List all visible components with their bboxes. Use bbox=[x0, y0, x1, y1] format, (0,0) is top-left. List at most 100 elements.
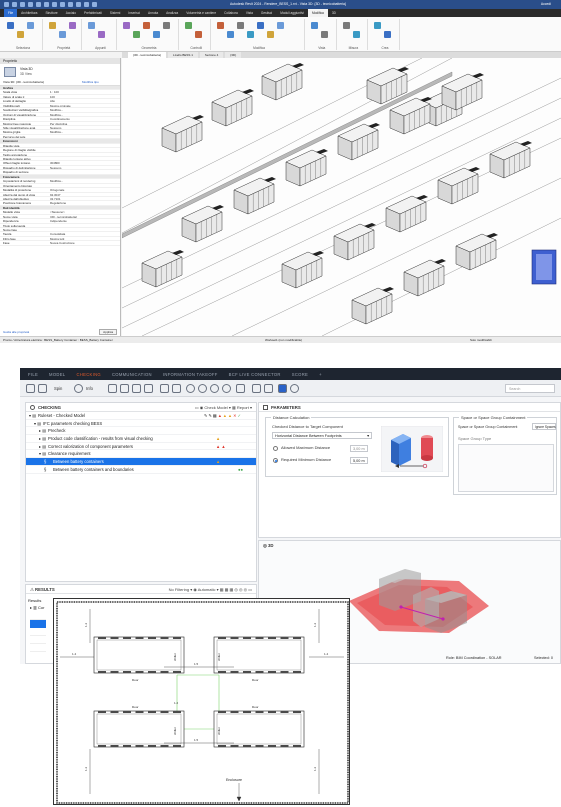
visibility-icon[interactable] bbox=[120, 384, 129, 393]
property-value[interactable]: Indipendente bbox=[48, 219, 120, 222]
property-row[interactable]: Fase Nuova Costruzione bbox=[0, 241, 120, 246]
property-value[interactable] bbox=[48, 228, 120, 231]
battery-container-3d[interactable] bbox=[403, 259, 446, 297]
ribbon-tab[interactable]: File bbox=[4, 9, 18, 17]
property-value[interactable]: Modifica... bbox=[48, 130, 120, 133]
ribbon-tool-icon[interactable] bbox=[185, 22, 193, 29]
quick-access-toolbar[interactable] bbox=[4, 1, 124, 8]
battery-container-3d[interactable] bbox=[385, 195, 428, 233]
revit-user[interactable]: Accedi bbox=[541, 2, 551, 6]
type-selector[interactable]: Vista 3D 3D View Vista 3D: {3D - tecnico… bbox=[0, 64, 120, 86]
tree-expander-icon[interactable]: ▸ ▤ bbox=[39, 427, 46, 435]
property-value[interactable]: 100 bbox=[48, 95, 120, 98]
ruleset-tree-item[interactable]: ▸ ▤ Precheck bbox=[26, 427, 256, 436]
info-button[interactable]: Info bbox=[86, 384, 93, 393]
property-value[interactable]: Nuova Costruzione bbox=[48, 241, 120, 244]
ribbon-tab[interactable]: Moduli aggiuntivi bbox=[276, 9, 308, 17]
property-value[interactable]: 32.7101 bbox=[48, 197, 120, 200]
hide-icon[interactable] bbox=[132, 384, 141, 393]
results-tree-root[interactable]: Results bbox=[28, 598, 41, 603]
ribbon-tool-icon[interactable] bbox=[195, 31, 203, 38]
property-value[interactable] bbox=[48, 135, 120, 138]
ruleset-tree-item[interactable]: § Between battery containers and boundari… bbox=[26, 466, 256, 474]
ribbon-tool-icon[interactable] bbox=[267, 31, 274, 38]
ribbon-tool-icon[interactable] bbox=[17, 31, 24, 38]
ribbon-tab[interactable]: Volumetria e cantiere bbox=[182, 9, 220, 17]
ribbon-tool-icon[interactable] bbox=[321, 31, 328, 38]
battery-container-3d[interactable] bbox=[437, 167, 480, 205]
distance-mode-select[interactable]: Horizontal Distance Between Footprints ▾ bbox=[272, 432, 372, 439]
redo-icon[interactable] bbox=[38, 384, 47, 393]
battery-container-3d[interactable] bbox=[211, 89, 254, 127]
tree-expander-icon[interactable]: ▾ ▤ bbox=[34, 420, 41, 428]
battery-container-3d[interactable] bbox=[181, 205, 224, 243]
ribbon-tool-icon[interactable] bbox=[59, 31, 66, 38]
battery-container-3d[interactable] bbox=[333, 223, 376, 261]
ribbon-tool-icon[interactable] bbox=[7, 22, 14, 29]
ribbon-tab[interactable]: Annota bbox=[144, 9, 162, 17]
battery-container-3d[interactable] bbox=[261, 63, 304, 101]
ruleset-tree-item[interactable]: ▾ ▤ IFC parameters checking BESS bbox=[26, 420, 256, 428]
tree-expander-icon[interactable]: ▸ ▤ bbox=[39, 435, 46, 443]
ribbon-tool-icon[interactable] bbox=[27, 22, 34, 29]
properties-help-link[interactable]: Guida alle proprietà bbox=[3, 330, 29, 334]
property-value[interactable]: Mostra originale bbox=[48, 104, 120, 107]
property-value[interactable]: {3D - tecnicobatteria} bbox=[48, 215, 120, 218]
undo-icon[interactable] bbox=[26, 384, 35, 393]
filter-icon[interactable] bbox=[144, 384, 153, 393]
property-value[interactable]: Coordinamento bbox=[48, 117, 120, 120]
ribbon-tab[interactable]: Architettura bbox=[17, 9, 41, 17]
property-value[interactable]: Alto bbox=[48, 99, 120, 102]
tree-expander-icon[interactable]: ▸ ▤ bbox=[39, 443, 46, 451]
property-value[interactable] bbox=[48, 144, 120, 147]
ribbon-tool-icon[interactable] bbox=[69, 22, 76, 29]
ribbon-tool-icon[interactable] bbox=[352, 31, 360, 38]
edit-type-button[interactable]: Modifica tipo bbox=[82, 80, 99, 84]
property-value[interactable]: Mostra tutti bbox=[48, 237, 120, 240]
property-value[interactable] bbox=[48, 157, 120, 160]
property-value[interactable]: Modifica... bbox=[48, 179, 120, 182]
property-value[interactable]: Nessuno bbox=[48, 166, 120, 169]
solibri-menu-item[interactable]: BCF LIVE CONNECTOR bbox=[229, 372, 281, 377]
required-min-field[interactable]: 5,00 m bbox=[350, 457, 368, 464]
ribbon-tool-icon[interactable] bbox=[374, 22, 382, 29]
instance-selector[interactable]: Vista 3D: {3D - tecnicobatteria} bbox=[3, 80, 44, 84]
ribbon-tool-icon[interactable] bbox=[122, 22, 130, 29]
space-containment-select[interactable]: Ignore Spaces bbox=[532, 423, 556, 430]
ribbon-tab[interactable]: Acciaio bbox=[62, 9, 80, 17]
ruleset-tree-item[interactable]: ▸ ▤ Correct valorization of component par… bbox=[26, 443, 256, 451]
tree-expander-icon[interactable]: § bbox=[44, 458, 46, 466]
ribbon-tool-icon[interactable] bbox=[311, 22, 318, 29]
property-value[interactable] bbox=[48, 153, 120, 156]
property-value[interactable]: Regolazione bbox=[48, 201, 120, 204]
ribbon-tool-icon[interactable] bbox=[247, 31, 254, 38]
solibri-menu-item[interactable]: SCORE bbox=[292, 372, 308, 377]
required-min-radio[interactable] bbox=[273, 458, 278, 463]
ribbon-tool-icon[interactable] bbox=[88, 22, 96, 29]
search-input[interactable]: Search bbox=[505, 384, 555, 393]
presentation-icon[interactable] bbox=[278, 384, 287, 393]
spin-button[interactable]: Spin bbox=[54, 384, 62, 393]
ruleset-tree-item[interactable]: ▾ ▤ Ruleset - Checked Model ✎ ✎ ▦ ▲ ▲ ▲ ✕ … bbox=[26, 412, 256, 420]
results-tree-item[interactable]: ▸ ▥ Cor bbox=[30, 605, 44, 610]
automatic-toggle[interactable]: ◉ Automatic ▾ bbox=[193, 587, 219, 592]
property-value[interactable]: 92.3047 bbox=[48, 193, 120, 196]
solibri-menu-item[interactable]: COMMUNICATION bbox=[112, 372, 152, 377]
solibri-menu-item[interactable]: FILE bbox=[28, 372, 38, 377]
apply-button[interactable]: Applica bbox=[99, 329, 117, 335]
property-value[interactable]: Nessuno bbox=[48, 126, 120, 129]
measure-icon[interactable] bbox=[236, 384, 245, 393]
report-button[interactable]: ▦ Report ▾ bbox=[232, 405, 252, 410]
ruleset-tree-item[interactable]: ▸ ▤ Product code classification - results… bbox=[26, 435, 256, 443]
property-value[interactable] bbox=[48, 170, 120, 173]
property-value[interactable]: 1 : 100 bbox=[48, 90, 120, 93]
property-value[interactable]: Ortogonale bbox=[48, 188, 120, 191]
solibri-menu-item[interactable]: MODEL bbox=[49, 372, 65, 377]
ribbon-tool-icon[interactable] bbox=[98, 31, 106, 38]
ribbon-tab[interactable]: Inserisci bbox=[124, 9, 144, 17]
allowed-max-radio[interactable] bbox=[273, 446, 278, 451]
cube-icon[interactable] bbox=[160, 384, 169, 393]
property-value[interactable]: 304800 bbox=[48, 161, 120, 164]
ribbon-tool-icon[interactable] bbox=[277, 22, 284, 29]
ribbon-tool-icon[interactable] bbox=[237, 22, 244, 29]
